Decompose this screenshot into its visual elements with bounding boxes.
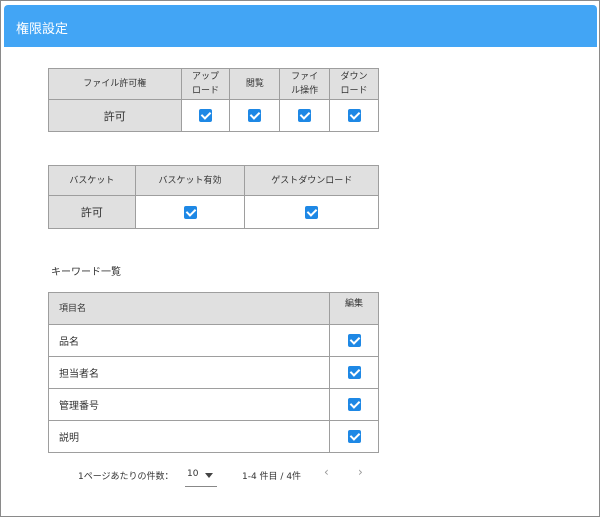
edit-checkbox[interactable] xyxy=(347,334,361,348)
column-header-basket-enabled: バスケット有効 xyxy=(134,165,246,196)
column-header-edit: 編集 xyxy=(329,292,379,325)
file-permission-table: ファイル許可権 アップ ロード 閲覧 ファイ ル操作 ダウン ロード 許可 xyxy=(48,68,379,132)
download-checkbox[interactable] xyxy=(347,109,361,123)
dropdown-arrow-icon xyxy=(205,473,213,478)
column-header-upload: アップ ロード xyxy=(180,68,231,100)
basket-table: バスケット バスケット有効 ゲストダウンロード 許可 xyxy=(48,165,379,229)
guest-download-checkbox[interactable] xyxy=(305,205,319,219)
basket-enabled-checkbox[interactable] xyxy=(183,205,197,219)
per-page-label: 1ページあたりの件数： xyxy=(78,472,174,482)
edit-checkbox[interactable] xyxy=(347,366,361,380)
keyword-name: 管理番号 xyxy=(47,388,331,421)
edit-checkbox[interactable] xyxy=(347,398,361,412)
basket-allow-row: 許可 xyxy=(48,195,379,229)
page-range-text: 1-4 件目 / 4件 xyxy=(242,472,302,482)
table-row: 説明 xyxy=(47,420,379,453)
column-header-item-name: 項目名 xyxy=(47,292,331,325)
column-header-file-operation: ファイ ル操作 xyxy=(279,68,331,100)
keyword-table: 項目名 編集 品名 担当者名 管理番号 説明 xyxy=(47,292,379,453)
file-operation-checkbox[interactable] xyxy=(298,109,312,123)
table-row: 管理番号 xyxy=(47,388,379,421)
view-checkbox[interactable] xyxy=(248,109,262,123)
table-row: 担当者名 xyxy=(47,356,379,389)
page-header: 権限設定 xyxy=(4,5,597,47)
page-title: 権限設定 xyxy=(16,22,69,37)
row-label-allow: 許可 xyxy=(48,195,136,229)
keyword-header-row: 項目名 編集 xyxy=(47,292,379,325)
file-permission-allow-row: 許可 xyxy=(48,99,379,132)
column-header-download: ダウン ロード xyxy=(329,68,379,100)
column-header-view: 閲覧 xyxy=(229,68,281,100)
upload-checkbox[interactable] xyxy=(198,109,212,123)
table-row: 品名 xyxy=(47,324,379,357)
keyword-name: 品名 xyxy=(47,324,331,357)
edit-checkbox[interactable] xyxy=(347,430,361,444)
per-page-select[interactable]: 10 xyxy=(185,465,217,487)
basket-header-row: バスケット バスケット有効 ゲストダウンロード xyxy=(48,165,379,196)
per-page-value: 10 xyxy=(187,469,199,479)
pagination: 1ページあたりの件数： 10 1-4 件目 / 4件 ‹ › xyxy=(48,461,379,491)
keyword-list-title: キーワード一覧 xyxy=(51,267,121,278)
row-label-allow: 許可 xyxy=(48,99,182,132)
column-header-file-permission: ファイル許可権 xyxy=(48,68,182,100)
file-permission-header-row: ファイル許可権 アップ ロード 閲覧 ファイ ル操作 ダウン ロード xyxy=(48,68,379,100)
chevron-right-icon[interactable]: › xyxy=(358,465,363,479)
keyword-name: 説明 xyxy=(47,420,331,453)
column-header-guest-download: ゲストダウンロード xyxy=(244,165,379,196)
keyword-name: 担当者名 xyxy=(47,356,331,389)
chevron-left-icon[interactable]: ‹ xyxy=(324,465,329,479)
window-frame: 権限設定 ファイル許可権 アップ ロード 閲覧 ファイ ル操作 ダウン ロード 許可 … xyxy=(0,0,600,517)
column-header-basket: バスケット xyxy=(48,165,136,196)
